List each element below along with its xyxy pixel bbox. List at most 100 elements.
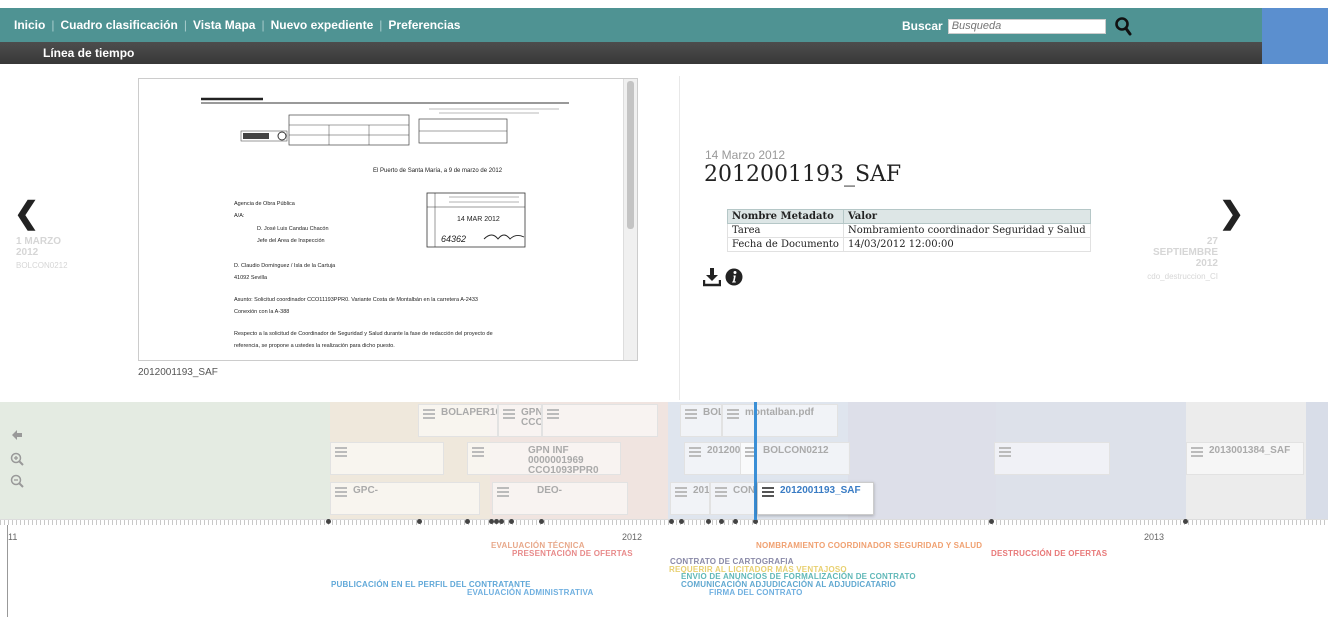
document-icon bbox=[689, 447, 701, 460]
document-icon bbox=[715, 487, 727, 500]
document-viewer[interactable]: El Puerto de Santa María, a 9 de marzo d… bbox=[138, 78, 638, 361]
doc-place-date: El Puerto de Santa María, a 9 de marzo d… bbox=[373, 168, 503, 174]
axis-year-label: 11 bbox=[8, 532, 18, 542]
document-icon bbox=[547, 409, 559, 422]
timeline-band bbox=[0, 402, 330, 520]
event-label: BOLCON0212 bbox=[763, 445, 829, 456]
event-label: 201200 bbox=[707, 445, 741, 456]
next-day: 27 bbox=[1206, 236, 1218, 247]
main-menu: Inicio | Cuadro clasificación | Vista Ma… bbox=[0, 18, 460, 32]
zoom-out-icon[interactable] bbox=[10, 474, 24, 488]
timeline-event[interactable]: BOL bbox=[680, 404, 722, 437]
phase-label[interactable]: EVALUACIÓN ADMINISTRATIVA bbox=[467, 588, 593, 597]
document-actions bbox=[702, 267, 743, 292]
timeline-event[interactable]: 201 bbox=[670, 482, 710, 515]
event-label: GPC- bbox=[353, 485, 378, 496]
document-icon bbox=[472, 447, 484, 460]
timeline-event[interactable]: GPN INF 0000001969 CCO1093PPR0 bbox=[467, 442, 621, 475]
search-label: Buscar bbox=[902, 19, 943, 33]
axis-ruler bbox=[0, 519, 1328, 525]
previous-date[interactable]: 1 MARZO 2012 bbox=[16, 236, 61, 258]
doc-sender-line: D. Claudio Domínguez / Isla de la Cartuj… bbox=[234, 263, 336, 269]
menu-separator: | bbox=[183, 18, 187, 32]
phase-label[interactable]: PRESENTACIÓN DE OFERTAS bbox=[512, 549, 633, 558]
axis-event-dot bbox=[733, 519, 738, 524]
menu-item-inicio[interactable]: Inicio bbox=[14, 18, 45, 32]
document-scan: El Puerto de Santa María, a 9 de marzo d… bbox=[139, 79, 625, 360]
doc-body-1: Respecto a la solicitud de Coordinador d… bbox=[234, 331, 493, 337]
phase-label[interactable]: NOMBRAMIENTO COORDINADOR SEGURIDAD Y SAL… bbox=[756, 541, 982, 550]
axis-event-dot bbox=[1183, 519, 1188, 524]
timeline-event[interactable]: GPN CCO bbox=[498, 404, 542, 437]
slide-title: 2012001193_SAF bbox=[704, 162, 902, 187]
event-label: 2012001193_SAF bbox=[780, 485, 861, 496]
metadata-cell: Nombramiento coordinador Seguridad y Sal… bbox=[842, 223, 1091, 238]
next-arrow-icon[interactable]: ❯ bbox=[1219, 196, 1244, 231]
document-icon bbox=[423, 409, 435, 422]
slide-date: 14 Marzo 2012 bbox=[705, 148, 786, 162]
phase-label[interactable]: DESTRUCCIÓN DE OFERTAS bbox=[991, 549, 1107, 558]
axis-event-dot bbox=[326, 519, 331, 524]
axis-event-dot bbox=[465, 519, 470, 524]
timeline-event[interactable] bbox=[542, 404, 658, 437]
document-icon bbox=[335, 447, 347, 460]
timeline-event[interactable]: DEO- bbox=[492, 482, 628, 515]
doc-recipient-role: Jefe del Area de Inspección bbox=[257, 238, 325, 244]
timeline-event[interactable]: montalban.pdf bbox=[722, 404, 838, 437]
zoom-in-icon[interactable] bbox=[10, 452, 24, 466]
previous-item-name[interactable]: BOLCON0212 bbox=[16, 261, 68, 270]
phase-label[interactable]: FIRMA DEL CONTRATO bbox=[709, 588, 803, 597]
axis-event-dot bbox=[669, 519, 674, 524]
timeline-navigator[interactable]: BOLAPER101 GPN CCO BOL montalban.pdf GPN… bbox=[0, 402, 1328, 520]
menu-item-vista-mapa[interactable]: Vista Mapa bbox=[193, 18, 255, 32]
metadata-table: Nombre Metadato Valor Tarea Nombramiento… bbox=[727, 209, 1091, 252]
document-scrollbar[interactable] bbox=[623, 79, 637, 360]
timeline-event[interactable]: CON bbox=[710, 482, 760, 515]
top-navigation-bar: Inicio | Cuadro clasificación | Vista Ma… bbox=[0, 8, 1262, 42]
timeline-event-selected[interactable]: 2012001193_SAF bbox=[757, 482, 874, 515]
document-icon bbox=[1191, 447, 1203, 460]
subnav-item-linea-de-tiempo[interactable]: Línea de tiempo bbox=[43, 46, 134, 60]
doc-subject: Asunto: Solicitud coordinador CCO11193PP… bbox=[234, 297, 478, 303]
previous-arrow-icon[interactable]: ❮ bbox=[14, 196, 39, 231]
axis-event-dot bbox=[706, 519, 711, 524]
scrollbar-thumb[interactable] bbox=[627, 81, 634, 229]
menu-item-preferencias[interactable]: Preferencias bbox=[388, 18, 460, 32]
timeline-event[interactable]: BOLAPER101 bbox=[418, 404, 498, 437]
axis-event-dot bbox=[499, 519, 504, 524]
document-icon bbox=[335, 487, 347, 500]
document-icon bbox=[497, 487, 509, 500]
download-icon[interactable] bbox=[702, 267, 722, 292]
event-label: CON bbox=[733, 485, 756, 496]
previous-day-month: 1 MARZO bbox=[16, 236, 61, 247]
event-label: 201 bbox=[693, 485, 710, 496]
doc-stamp-number: 64362 bbox=[441, 234, 466, 244]
menu-separator: | bbox=[51, 18, 55, 32]
next-month: SEPTIEMBRE bbox=[1152, 247, 1218, 258]
timeline-event[interactable] bbox=[330, 442, 444, 475]
timeline-event[interactable]: GPC- bbox=[330, 482, 480, 515]
timeline-slide: ❮ 1 MARZO 2012 BOLCON0212 El Puerto de S… bbox=[0, 64, 1328, 402]
metadata-header-value: Valor bbox=[842, 209, 1091, 224]
timeline-event[interactable]: 2013001384_SAF bbox=[1186, 442, 1304, 475]
document-icon bbox=[762, 487, 774, 500]
axis-event-dot bbox=[539, 519, 544, 524]
doc-recipient-name: D. José Luis Candau Chacón bbox=[257, 226, 329, 232]
info-icon[interactable] bbox=[725, 268, 743, 291]
document-icon bbox=[999, 447, 1011, 460]
previous-year: 2012 bbox=[16, 247, 39, 258]
timeline-event[interactable] bbox=[994, 442, 1110, 475]
next-item-name[interactable]: cdo_destruccion_CI bbox=[1147, 272, 1218, 281]
axis-left-border bbox=[7, 525, 8, 617]
menu-item-nuevo-expediente[interactable]: Nuevo expediente bbox=[271, 18, 374, 32]
search-icon[interactable] bbox=[1114, 16, 1134, 36]
document-icon bbox=[675, 487, 687, 500]
back-arrow-icon[interactable] bbox=[10, 428, 24, 442]
search-input[interactable] bbox=[947, 18, 1106, 34]
next-date[interactable]: 27 SEPTIEMBRE 2012 bbox=[1153, 236, 1218, 269]
menu-item-cuadro-clasificacion[interactable]: Cuadro clasificación bbox=[60, 18, 177, 32]
event-label: DEO- bbox=[537, 485, 562, 496]
document-icon bbox=[685, 409, 697, 422]
document-icon bbox=[503, 409, 515, 422]
doc-subject-2: Conexión con la A-388 bbox=[234, 309, 289, 315]
